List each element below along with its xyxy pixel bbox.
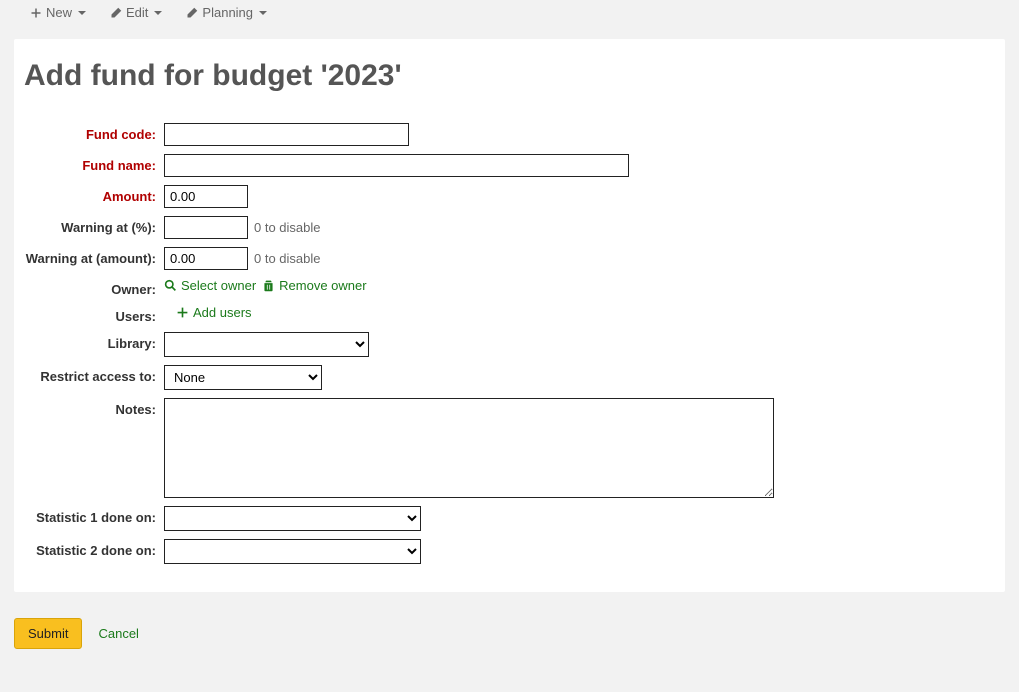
stat2-label: Statistic 2 done on: (24, 539, 164, 558)
owner-label: Owner: (24, 278, 164, 297)
select-owner-link[interactable]: Select owner (164, 278, 256, 293)
stat2-select[interactable] (164, 539, 421, 564)
fund-code-input[interactable] (164, 123, 409, 146)
remove-owner-link[interactable]: Remove owner (262, 278, 366, 293)
library-select[interactable] (164, 332, 369, 357)
footer-actions: Submit Cancel (0, 606, 1019, 661)
search-icon (164, 279, 177, 292)
warning-pct-input[interactable] (164, 216, 248, 239)
planning-menu[interactable]: Planning (186, 5, 267, 20)
notes-label: Notes: (24, 398, 164, 417)
warning-amt-input[interactable] (164, 247, 248, 270)
warning-amt-label: Warning at (amount): (24, 247, 164, 266)
edit-menu[interactable]: Edit (110, 5, 162, 20)
planning-label: Planning (202, 5, 253, 20)
stat1-select[interactable] (164, 506, 421, 531)
users-label: Users: (24, 305, 164, 324)
pencil-icon (186, 7, 198, 19)
page-title: Add fund for budget '2023' (24, 59, 995, 93)
restrict-select[interactable]: None (164, 365, 322, 390)
amount-input[interactable] (164, 185, 248, 208)
chevron-down-icon (154, 11, 162, 15)
submit-button[interactable]: Submit (14, 618, 82, 649)
warning-amt-hint: 0 to disable (254, 251, 321, 266)
plus-icon (30, 7, 42, 19)
fund-name-label: Fund name: (24, 154, 164, 173)
form-panel: Add fund for budget '2023' Fund code: Fu… (14, 39, 1005, 592)
pencil-icon (110, 7, 122, 19)
chevron-down-icon (78, 11, 86, 15)
library-label: Library: (24, 332, 164, 351)
new-menu[interactable]: New (30, 5, 86, 20)
toolbar: New Edit Planning (0, 0, 1019, 25)
fund-code-label: Fund code: (24, 123, 164, 142)
amount-label: Amount: (24, 185, 164, 204)
cancel-link[interactable]: Cancel (98, 626, 138, 641)
fund-name-input[interactable] (164, 154, 629, 177)
trash-icon (262, 279, 275, 292)
notes-textarea[interactable] (164, 398, 774, 498)
new-label: New (46, 5, 72, 20)
edit-label: Edit (126, 5, 148, 20)
chevron-down-icon (259, 11, 267, 15)
warning-pct-hint: 0 to disable (254, 220, 321, 235)
plus-icon (176, 306, 189, 319)
add-users-link[interactable]: Add users (176, 305, 252, 320)
stat1-label: Statistic 1 done on: (24, 506, 164, 525)
restrict-label: Restrict access to: (24, 365, 164, 384)
warning-pct-label: Warning at (%): (24, 216, 164, 235)
